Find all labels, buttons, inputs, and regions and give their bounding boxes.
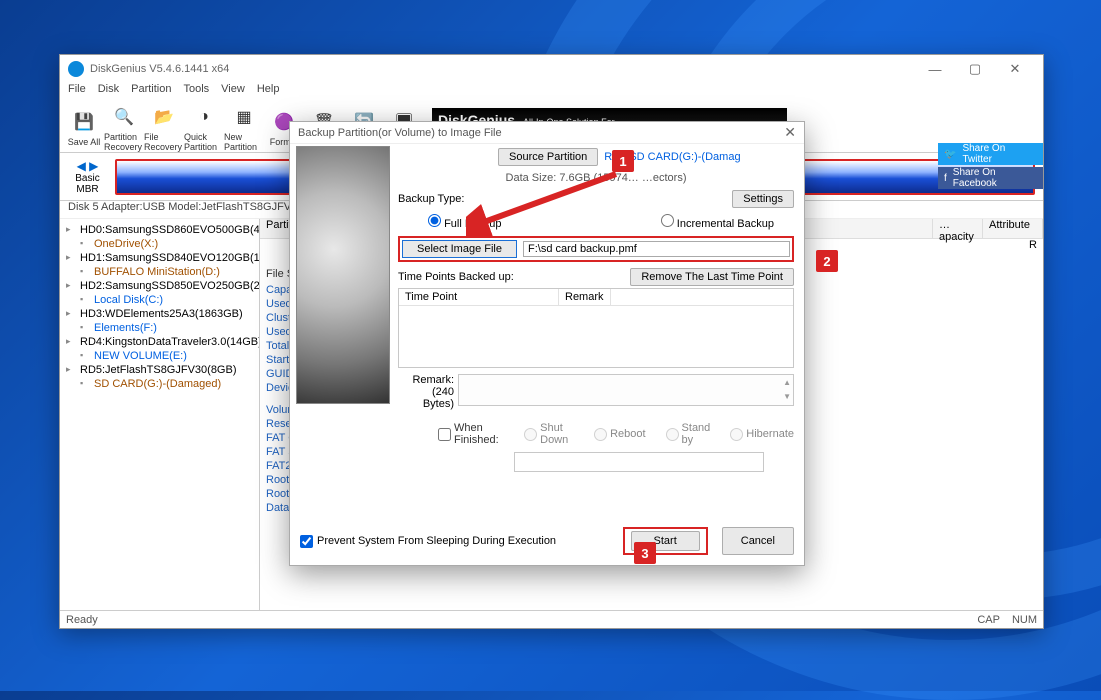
app-icon (68, 61, 84, 77)
close-button[interactable]: ✕ (995, 55, 1035, 83)
backup-type-label: Backup Type: (398, 193, 464, 205)
finish-extra-input[interactable] (514, 452, 764, 472)
disk-nav: ◀ ▶ Basic MBR (60, 159, 115, 195)
callout-2: 2 (816, 250, 838, 272)
menu-disk[interactable]: Disk (98, 83, 119, 103)
select-image-file-button[interactable]: Select Image File (402, 240, 517, 258)
menubar: File Disk Partition Tools View Help (60, 83, 1043, 103)
share-facebook[interactable]: fShare On Facebook (938, 167, 1043, 189)
statusbar: Ready CAPNUM (60, 610, 1043, 628)
magnifier-icon: 🔍 (110, 103, 138, 131)
tree-disk: HD1:SamsungSSD840EVO120GB(112GB (64, 251, 255, 265)
twitter-icon: 🐦 (944, 149, 956, 160)
tree-disk: HD2:SamsungSSD850EVO250GB(233GB (64, 279, 255, 293)
callout-3: 3 (634, 542, 656, 564)
share-twitter[interactable]: 🐦Share On Twitter (938, 143, 1043, 165)
cancel-button[interactable]: Cancel (722, 527, 794, 555)
dialog-disk-image (296, 146, 390, 404)
tree-volume: Local Disk(C:) (64, 293, 255, 307)
tree-volume: BUFFALO MiniStation(D:) (64, 265, 255, 279)
time-points-label: Time Points Backed up: (398, 271, 514, 283)
next-arrow-icon[interactable]: ▶ (89, 159, 98, 173)
tool-new-partition[interactable]: ▦New Partition (224, 103, 264, 152)
tree-disk: HD3:WDElements25A3(1863GB) (64, 307, 255, 321)
shut-down-radio: Shut Down (524, 422, 574, 446)
remark-input[interactable] (458, 374, 794, 406)
cube-icon: ▦ (230, 103, 258, 131)
remark-col: Remark (559, 289, 611, 305)
hibernate-radio: Hibernate (730, 428, 794, 441)
remark-bytes: (240 Bytes) (398, 386, 454, 410)
settings-button[interactable]: Settings (732, 190, 794, 208)
remove-last-time-point-button[interactable]: Remove The Last Time Point (630, 268, 794, 286)
prevent-sleep-checkbox[interactable]: Prevent System From Sleeping During Exec… (300, 535, 556, 548)
tree-volume: SD CARD(G:)-(Damaged) (64, 377, 255, 391)
tree-volume: NEW VOLUME(E:) (64, 349, 255, 363)
menu-partition[interactable]: Partition (131, 83, 171, 103)
folder-icon: 📂 (150, 103, 178, 131)
menu-view[interactable]: View (221, 83, 245, 103)
save-icon: 💾 (70, 108, 98, 136)
facebook-icon: f (944, 173, 947, 184)
time-point-col: Time Point (399, 289, 559, 305)
standby-radio: Stand by (666, 422, 711, 446)
prev-arrow-icon[interactable]: ◀ (77, 159, 86, 173)
tree-disk: HD0:SamsungSSD860EVO500GB(466GB (64, 223, 255, 237)
maximize-button[interactable]: ▢ (955, 55, 995, 83)
reboot-radio: Reboot (594, 428, 645, 441)
device-tree[interactable]: HD0:SamsungSSD860EVO500GB(466GB OneDrive… (60, 219, 260, 610)
titlebar: DiskGenius V5.4.6.1441 x64 — ▢ ✕ (60, 55, 1043, 83)
tool-save-all[interactable]: 💾Save All (64, 108, 104, 147)
incremental-backup-radio[interactable]: Incremental Backup (661, 214, 774, 230)
menu-help[interactable]: Help (257, 83, 280, 103)
tree-volume: OneDrive(X:) (64, 237, 255, 251)
dialog-close-button[interactable]: ✕ (784, 124, 796, 141)
remark-label: Remark: (398, 374, 454, 386)
annotation-arrow (466, 170, 626, 240)
tool-partition-recovery[interactable]: 🔍Partition Recovery (104, 103, 144, 152)
time-points-table: Time Point Remark (398, 288, 794, 368)
tree-disk: RD5:JetFlashTS8GJFV30(8GB) (64, 363, 255, 377)
pie-icon: ◑ (190, 103, 218, 131)
minimize-button[interactable]: — (915, 55, 955, 83)
tree-disk: RD4:KingstonDataTraveler3.0(14GB) (64, 335, 255, 349)
source-partition-button[interactable]: Source Partition (498, 148, 598, 166)
when-finished-checkbox[interactable]: When Finished: (438, 422, 504, 446)
grid-cell-attribute: R (1029, 239, 1037, 255)
callout-1: 1 (612, 150, 634, 172)
image-file-path[interactable]: F:\sd card backup.pmf (523, 241, 790, 257)
tool-quick-partition[interactable]: ◑Quick Partition (184, 103, 224, 152)
tree-volume: Elements(F:) (64, 321, 255, 335)
menu-file[interactable]: File (68, 83, 86, 103)
menu-tools[interactable]: Tools (183, 83, 209, 103)
dialog-titlebar: Backup Partition(or Volume) to Image Fil… (290, 122, 804, 144)
app-title: DiskGenius V5.4.6.1441 x64 (90, 63, 229, 75)
tool-file-recovery[interactable]: 📂File Recovery (144, 103, 184, 152)
